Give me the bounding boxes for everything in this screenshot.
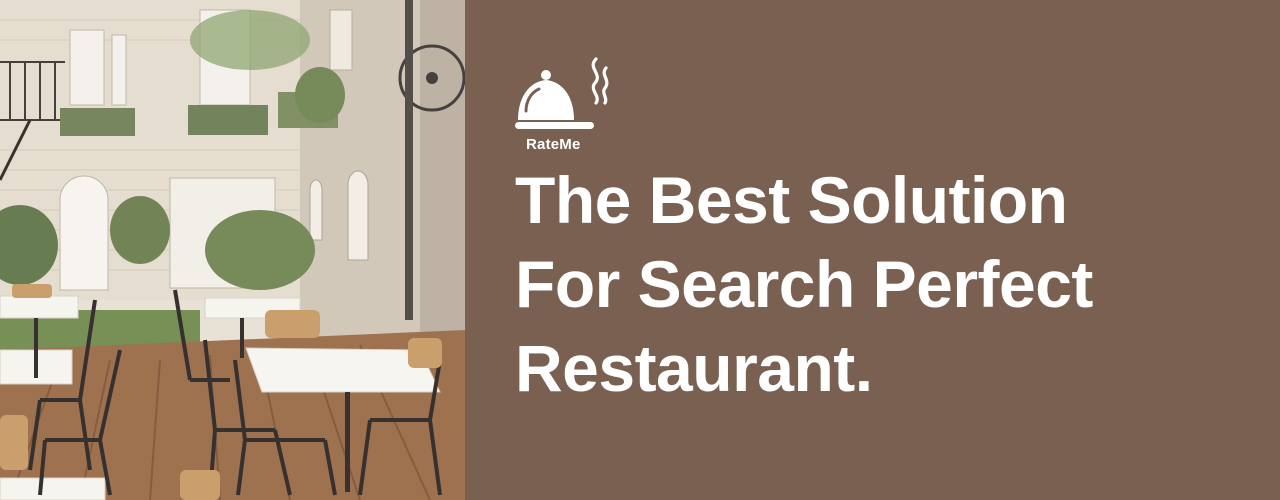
headline-line-2: For Search Perfect [515,247,1093,321]
headline: The Best Solution For Search Perfect Res… [515,158,1255,410]
brand-panel: RateMe The Best Solution For Search Perf… [465,0,1280,500]
headline-line-1: The Best Solution [515,163,1068,237]
restaurant-photo [0,0,465,500]
headline-line-3: Restaurant. [515,331,873,405]
hero-banner: RateMe The Best Solution For Search Perf… [0,0,1280,500]
logo: RateMe [515,56,615,156]
brand-name: RateMe [526,136,581,153]
